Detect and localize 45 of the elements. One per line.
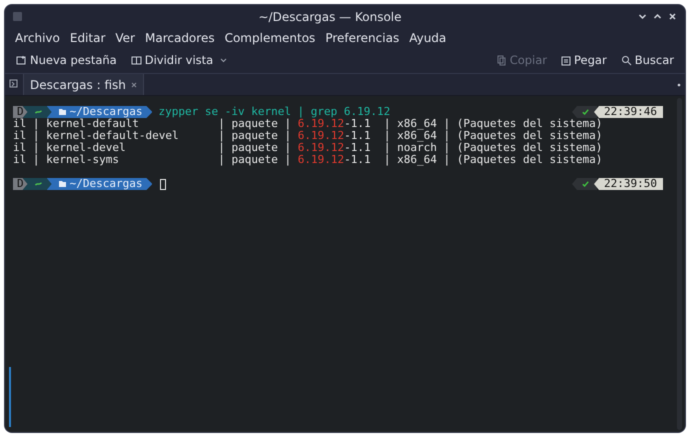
new-tab-button[interactable]: Nueva pestaña: [11, 51, 122, 69]
tilde-icon: [34, 110, 42, 114]
tilde-icon: [34, 182, 42, 186]
menu-item[interactable]: Editar: [64, 30, 110, 44]
app-icon: [13, 12, 22, 21]
check-icon: [582, 181, 590, 187]
text-cursor: [160, 178, 166, 190]
folder-icon: [58, 109, 66, 115]
menu-item[interactable]: Ver: [110, 30, 140, 44]
split-button[interactable]: Dividir vista: [126, 51, 232, 69]
split-view-icon: [130, 54, 142, 66]
minimize-icon[interactable]: [638, 12, 647, 21]
terminal-icon: [9, 79, 19, 90]
search-icon: [620, 54, 632, 66]
timestamp: 22:39:46: [594, 106, 663, 118]
menu-item[interactable]: Archivo: [10, 30, 65, 44]
caret-icon: [220, 58, 228, 62]
menu-item[interactable]: Complementos: [220, 30, 320, 44]
output-line: il | kernel-syms | paquete | 6.19.12-1.1 | x86_64 | (Paquetes del sistema): [13, 154, 604, 166]
tab-menu-icon[interactable]: [677, 82, 681, 88]
close-icon[interactable]: [130, 82, 137, 88]
output-line: il | kernel-devel | paquete | 6.19.12-1.1 | noarch | (Paquetes del sistema): [13, 142, 604, 154]
copy-icon: [496, 54, 507, 66]
scrollbar[interactable]: [677, 98, 682, 430]
search-button[interactable]: Buscar: [616, 51, 679, 69]
timestamp: 22:39:50: [594, 178, 663, 190]
window-title: ~/Descargas — Konsole: [257, 10, 403, 24]
close-icon[interactable]: [668, 12, 677, 21]
folder-icon: [58, 181, 66, 187]
command-text: zypper se -iv kernel | grep 6.19.12: [158, 106, 390, 118]
prompt-path: ~/Descargas: [46, 178, 152, 190]
menu-item[interactable]: Marcadores: [140, 30, 220, 44]
scroll-marker: [9, 367, 11, 427]
new-tab-icon: [16, 54, 27, 66]
check-icon: [582, 109, 590, 115]
prompt-path: ~/Descargas: [46, 106, 152, 118]
output-line: il | kernel-default-devel | paquete | 6.19.12-1.1 | x86_64 | (Paquetes del sistema): [13, 130, 604, 142]
tab[interactable]: Descargas : fish: [23, 74, 144, 95]
menu-item[interactable]: Ayuda: [404, 30, 452, 44]
menu-item[interactable]: Preferencias: [320, 30, 404, 44]
clipboard-icon: [561, 54, 572, 66]
paste-button[interactable]: Pegar: [556, 51, 612, 69]
output-line: il | kernel-default | paquete | 6.19.12-1.1 | x86_64 | (Paquetes del sistema): [13, 118, 604, 130]
terminal-area[interactable]: [5, 96, 685, 432]
maximize-icon[interactable]: [653, 12, 662, 21]
